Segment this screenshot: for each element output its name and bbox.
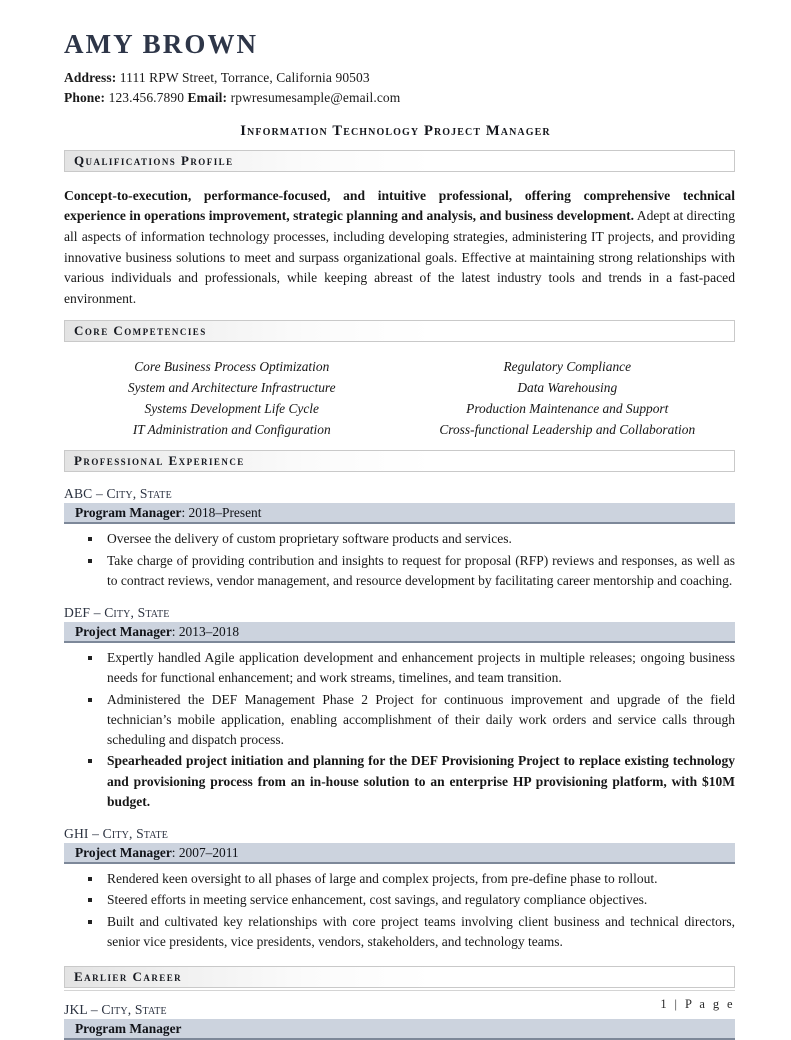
job-bullet-list: Oversee the delivery of custom proprieta… [64, 529, 735, 591]
competency-item: Regulatory Compliance [503, 358, 632, 374]
company-name: DEF [64, 605, 91, 621]
section-header-professional-experience: Professional Experience [64, 450, 735, 473]
competency-column-left: Core Business Process Optimization Syste… [64, 356, 400, 441]
company-location: City, State [102, 826, 169, 842]
job-title-bar: Project Manager: 2007–2011 [64, 843, 735, 865]
company-separator: – [88, 826, 103, 842]
company-name: GHI [64, 826, 89, 842]
list-item: Steered efforts in meeting service enhan… [64, 890, 735, 910]
qualifications-profile-paragraph: Concept-to-execution, performance-focuse… [64, 186, 735, 310]
email-label: Email: [187, 90, 228, 106]
job-title: Project Manager [75, 844, 172, 860]
job-dates: : 2013–2018 [171, 623, 240, 639]
competency-item: System and Architecture Infrastructure [127, 379, 336, 395]
phone-value: 123.456.7890 [108, 90, 185, 106]
address-label: Address: [64, 69, 117, 85]
job-title: Program Manager [75, 504, 182, 520]
experience-entry: GHI – City, State Project Manager: 2007–… [64, 826, 735, 952]
job-bullet-list: Expertly handled Agile application devel… [64, 648, 735, 812]
list-item: Spearheaded project initiation and plann… [64, 751, 735, 812]
competency-item: IT Administration and Configuration [132, 422, 331, 438]
page-footer: 1 | P a g e [64, 990, 735, 1012]
competency-item: Cross-functional Leadership and Collabor… [439, 422, 696, 438]
section-title: Professional Experience [74, 453, 245, 469]
email-value[interactable]: rpwresumesample@email.com [231, 90, 401, 105]
footer-divider [64, 990, 735, 991]
header-block: AMY BROWN Address: 1111 RPW Street, Torr… [64, 28, 735, 140]
section-title: Earlier Career [74, 969, 183, 985]
competency-item: Production Maintenance and Support [466, 401, 669, 417]
job-title-bar: Program Manager: 2018–Present [64, 503, 735, 525]
section-header-qualifications-profile: Qualifications Profile [64, 149, 735, 172]
company-name: ABC [64, 486, 93, 502]
list-item: Take charge of providing contribution an… [64, 551, 735, 592]
competency-item: Data Warehousing [517, 379, 618, 395]
experience-entry: DEF – City, State Project Manager: 2013–… [64, 605, 735, 812]
competency-item: Core Business Process Optimization [134, 358, 330, 374]
professional-headline: Information Technology Project Manager [240, 122, 551, 139]
core-competencies-columns: Core Business Process Optimization Syste… [64, 356, 735, 441]
section-header-earlier-career: Earlier Career [64, 966, 735, 989]
competency-column-right: Regulatory Compliance Data Warehousing P… [400, 356, 736, 441]
job-bullet-list: Rendered keen oversight to all phases of… [64, 869, 735, 952]
page-number: 1 | P a g e [660, 997, 735, 1011]
company-line: GHI – City, State [64, 826, 735, 842]
job-title-bar: Program Manager [64, 1019, 735, 1040]
experience-entry: ABC – City, State Program Manager: 2018–… [64, 486, 735, 591]
phone-email-line: Phone: 123.456.7890 Email: rpwresumesamp… [64, 88, 735, 109]
address-line: Address: 1111 RPW Street, Torrance, Cali… [64, 68, 735, 89]
list-item: Oversee the delivery of custom proprieta… [64, 529, 735, 549]
job-dates: : 2018–Present [181, 504, 262, 520]
list-item: Built and cultivated key relationships w… [64, 912, 735, 953]
job-title: Program Manager [75, 1020, 182, 1036]
job-dates: : 2007–2011 [171, 844, 239, 860]
company-separator: – [92, 486, 107, 502]
phone-label: Phone: [64, 90, 106, 106]
job-title-bar: Project Manager: 2013–2018 [64, 622, 735, 644]
company-line: DEF – City, State [64, 605, 735, 621]
list-item: Rendered keen oversight to all phases of… [64, 869, 735, 889]
candidate-name: AMY BROWN [64, 29, 259, 59]
competency-item: Systems Development Life Cycle [144, 401, 319, 417]
company-location: City, State [104, 605, 170, 621]
address-value: 1111 RPW Street, Torrance, California 90… [119, 69, 370, 85]
company-separator: – [90, 605, 105, 621]
company-line: ABC – City, State [64, 486, 735, 502]
list-item: Administered the DEF Management Phase 2 … [64, 690, 735, 751]
company-location: City, State [106, 486, 172, 502]
section-title: Qualifications Profile [74, 152, 234, 168]
list-item: Expertly handled Agile application devel… [64, 648, 735, 689]
section-title: Core Competencies [74, 322, 207, 338]
job-title: Project Manager [75, 623, 172, 639]
section-header-core-competencies: Core Competencies [64, 319, 735, 342]
resume-page: AMY BROWN Address: 1111 RPW Street, Torr… [0, 0, 791, 1040]
